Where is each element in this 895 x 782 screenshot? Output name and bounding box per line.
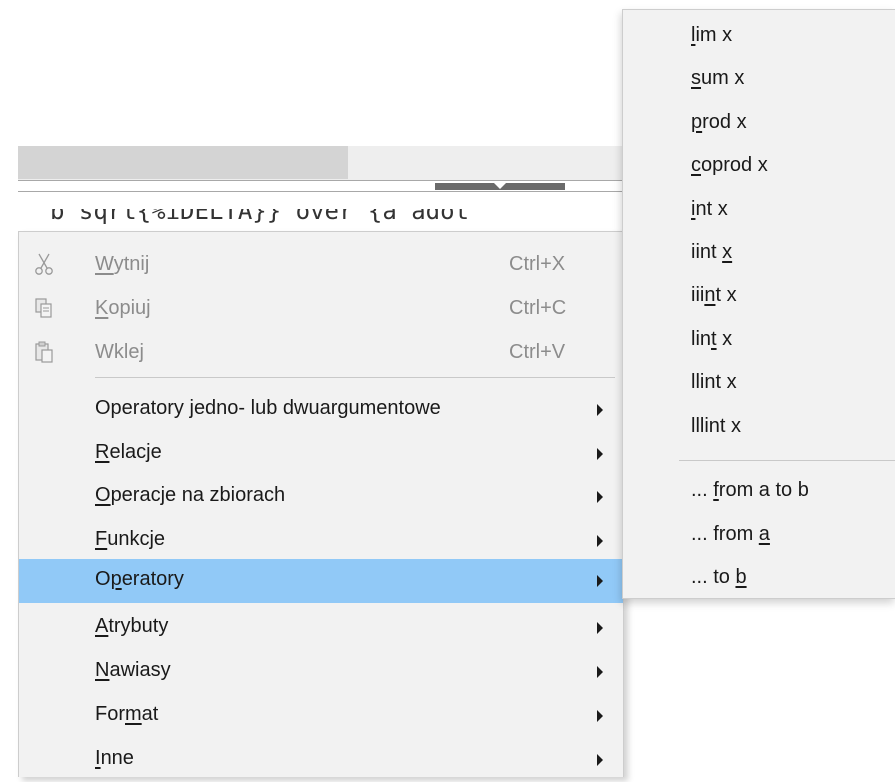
shortcut-label: Ctrl+C [509,297,567,319]
submenu-item-llint[interactable]: llint x [623,362,895,404]
formula-editor[interactable]: b sqrt{%iDELTA}} over {a adot [18,209,623,229]
submenu-item-from-a[interactable]: ... from a [623,514,895,556]
submenu-item-label: prod x [691,111,747,133]
menu-item-other[interactable]: Inne [19,738,623,782]
scissors-icon [33,252,55,276]
shortcut-label: Ctrl+V [509,341,566,363]
menu-item-label: Wklej [95,341,144,363]
menu-item-label: Funkcje [95,528,166,550]
menu-item-unary-binary-operators[interactable]: Operatory jedno- lub dwuargumentowe [19,388,623,432]
menu-item-label: Wytnij [95,253,150,275]
menu-item-label: Relacje [95,441,162,463]
submenu-item-lllint[interactable]: lllint x [623,406,895,448]
submenu-arrow-icon [597,666,603,678]
menu-item-label: Operatory [95,568,184,590]
menu-item-label: Inne [95,747,134,769]
menu-item-label: Operacje na zbiorach [95,484,286,506]
submenu-arrow-icon [597,404,603,416]
submenu-item-label: coprod x [691,154,768,176]
menu-item-copy[interactable]: Kopiuj Ctrl+C [19,288,623,332]
editor-toolbar-strip [18,146,623,180]
menu-item-paste[interactable]: Wklej Ctrl+V [19,332,623,376]
submenu-arrow-icon [597,710,603,722]
submenu-item-label: int x [691,198,728,220]
menu-item-set-operations[interactable]: Operacje na zbiorach [19,475,623,519]
submenu-arrow-icon [597,448,603,460]
submenu-item-label: iiint x [691,284,737,306]
divider [18,180,623,181]
copy-icon [33,296,55,320]
menu-item-label: Format [95,703,159,725]
operators-submenu: lim x sum x prod x coprod x int x iint x… [622,9,895,599]
submenu-item-lint[interactable]: lint x [623,319,895,361]
menu-item-label: Nawiasy [95,659,171,681]
submenu-item-label: sum x [691,67,745,89]
chevron-down-icon[interactable] [494,183,506,189]
menu-separator [95,377,615,378]
shortcut-label: Ctrl+X [509,253,566,275]
submenu-item-prod[interactable]: prod x [623,102,895,144]
context-menu: Wytnij Ctrl+X Kopiuj Ctrl+C Wklej Ctrl+V [18,231,624,777]
submenu-item-label: ... from a [691,523,770,545]
submenu-arrow-icon [597,575,603,587]
menu-item-label: Kopiuj [95,297,151,319]
submenu-item-label: lllint x [691,415,742,437]
submenu-arrow-icon [597,491,603,503]
menu-separator [679,460,895,461]
submenu-item-label: lint x [691,328,733,350]
menu-item-operators[interactable]: Operatory [19,559,623,603]
divider [18,191,623,192]
menu-item-label: Atrybuty [95,615,169,637]
submenu-item-from-a-to-b[interactable]: ... from a to b [623,470,895,512]
formula-text: b sqrt{%iDELTA}} over {a adot [50,209,470,225]
toolbar-panel [18,146,348,179]
submenu-item-label: ... from a to b [691,479,809,501]
submenu-item-lim[interactable]: lim x [623,15,895,57]
menu-item-attributes[interactable]: Atrybuty [19,606,623,650]
menu-item-cut[interactable]: Wytnij Ctrl+X [19,244,623,288]
submenu-arrow-icon [597,535,603,547]
submenu-arrow-icon [597,754,603,766]
submenu-item-iint[interactable]: iint x [623,232,895,274]
submenu-item-int[interactable]: int x [623,189,895,231]
menu-item-brackets[interactable]: Nawiasy [19,650,623,694]
menu-item-relations[interactable]: Relacje [19,432,623,476]
submenu-item-label: lim x [691,24,733,46]
paste-icon [33,340,55,364]
submenu-item-iiint[interactable]: iiint x [623,275,895,317]
submenu-item-coprod[interactable]: coprod x [623,145,895,187]
submenu-item-sum[interactable]: sum x [623,58,895,100]
submenu-item-label: llint x [691,371,737,393]
submenu-item-label: iint x [691,241,733,263]
submenu-arrow-icon [597,622,603,634]
menu-item-format[interactable]: Format [19,694,623,738]
menu-item-label: Operatory jedno- lub dwuargumentowe [95,397,441,419]
submenu-item-to-b[interactable]: ... to b [623,557,895,599]
menu-item-functions[interactable]: Funkcje [19,519,623,563]
submenu-item-label: ... to b [691,566,747,588]
